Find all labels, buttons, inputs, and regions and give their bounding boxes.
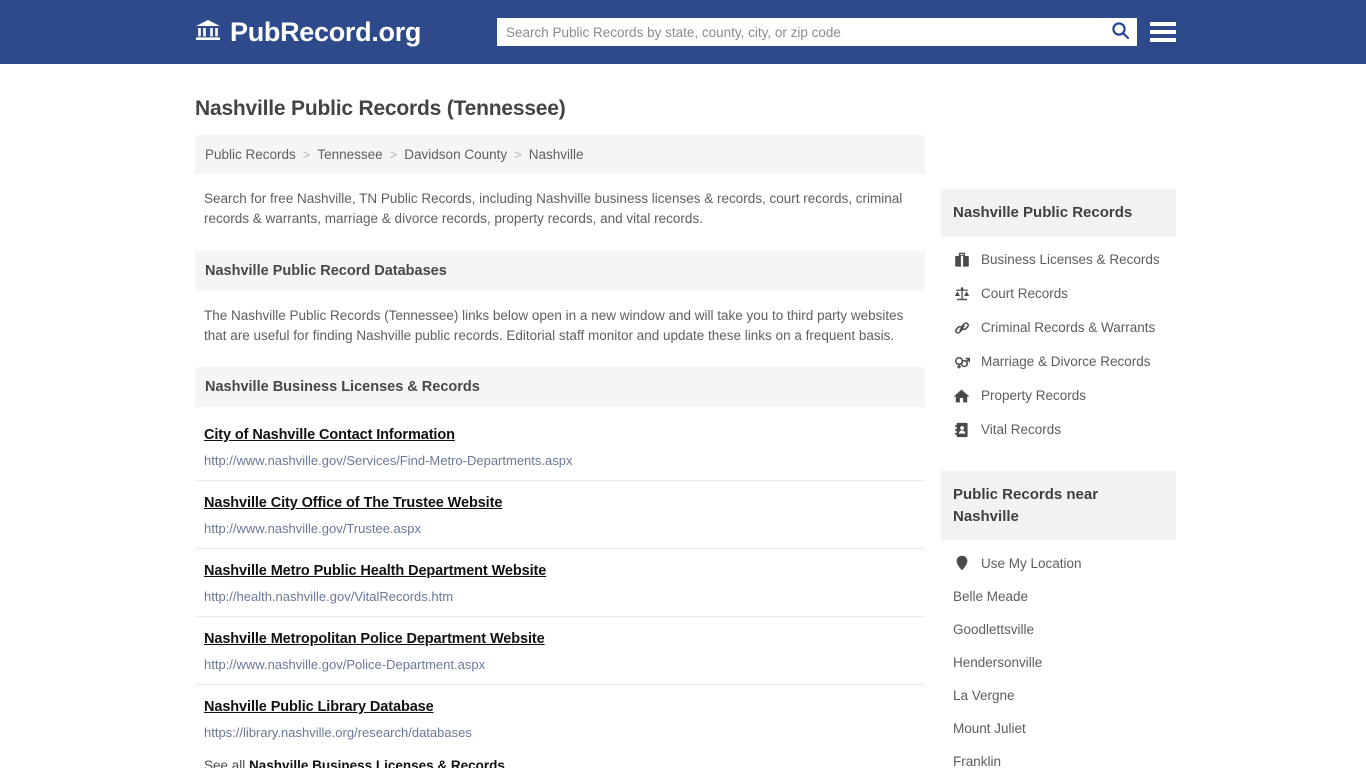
sidebar-item-label: Marriage & Divorce Records bbox=[981, 354, 1151, 370]
hamburger-menu-icon-bar bbox=[1150, 30, 1176, 34]
see-all-prefix: See all bbox=[204, 758, 246, 768]
map-pin-icon bbox=[953, 555, 970, 571]
sidebar-heading-records: Nashville Public Records bbox=[941, 189, 1176, 237]
address-book-icon bbox=[953, 422, 970, 438]
sidebar-item-criminal-records[interactable]: Criminal Records & Warrants bbox=[941, 311, 1176, 345]
hamburger-menu-button[interactable] bbox=[1150, 18, 1176, 46]
sidebar-item-label: Use My Location bbox=[981, 555, 1082, 571]
home-icon bbox=[953, 388, 970, 404]
sidebar: Nashville Public Records Business Licens… bbox=[941, 189, 1176, 768]
main-column: Public Records > Tennessee > Davidson Co… bbox=[195, 135, 925, 768]
site-header: PubRecord.org bbox=[0, 0, 1366, 64]
sidebar-item-mount-juliet[interactable]: Mount Juliet bbox=[941, 712, 1176, 745]
databases-section-body: The Nashville Public Records (Tennessee)… bbox=[204, 307, 904, 343]
sidebar-item-label: Business Licenses & Records bbox=[981, 252, 1160, 268]
record-link-title[interactable]: Nashville Metro Public Health Department… bbox=[204, 563, 546, 579]
business-links-list: City of Nashville Contact Information ht… bbox=[195, 413, 925, 752]
breadcrumb-separator: > bbox=[389, 147, 398, 162]
breadcrumb-item-nashville[interactable]: Nashville bbox=[529, 147, 584, 162]
record-link-title[interactable]: Nashville City Office of The Trustee Web… bbox=[204, 495, 502, 511]
see-all-link[interactable]: Nashville Business Licenses & Records bbox=[249, 758, 505, 768]
record-link-url: http://www.nashville.gov/Services/Find-M… bbox=[204, 453, 573, 469]
sidebar-item-franklin[interactable]: Franklin bbox=[941, 745, 1176, 768]
intro-text: Search for free Nashville, TN Public Rec… bbox=[204, 191, 903, 226]
list-item: Nashville Public Library Database https:… bbox=[195, 685, 925, 752]
record-link-url: http://health.nashville.gov/VitalRecords… bbox=[204, 589, 454, 605]
list-item: Nashville Metro Public Health Department… bbox=[195, 549, 925, 618]
scales-of-justice-icon bbox=[953, 286, 970, 302]
business-section-heading: Nashville Business Licenses & Records bbox=[195, 367, 925, 408]
sidebar-item-property-records[interactable]: Property Records bbox=[941, 379, 1176, 413]
hamburger-menu-icon-bar bbox=[1150, 38, 1176, 42]
breadcrumb-item-tennessee[interactable]: Tennessee bbox=[317, 147, 382, 162]
record-link-title[interactable]: City of Nashville Contact Information bbox=[204, 427, 455, 443]
content-row: Public Records > Tennessee > Davidson Co… bbox=[0, 135, 1366, 768]
sidebar-nearby-list: Use My Location Belle Meade Goodlettsvil… bbox=[941, 540, 1176, 768]
sidebar-item-la-vergne[interactable]: La Vergne bbox=[941, 679, 1176, 712]
list-item: City of Nashville Contact Information ht… bbox=[195, 413, 925, 482]
list-item: Nashville Metropolitan Police Department… bbox=[195, 617, 925, 686]
record-link-url: http://www.nashville.gov/Police-Departme… bbox=[204, 657, 486, 673]
breadcrumb: Public Records > Tennessee > Davidson Co… bbox=[195, 135, 925, 174]
record-link-title[interactable]: Nashville Metropolitan Police Department… bbox=[204, 631, 545, 647]
breadcrumb-item-davidson-county[interactable]: Davidson County bbox=[404, 147, 507, 162]
sidebar-heading-nearby: Public Records near Nashville bbox=[941, 470, 1176, 541]
page-title: Nashville Public Records (Tennessee) bbox=[195, 97, 566, 120]
databases-section-heading: Nashville Public Record Databases bbox=[195, 250, 925, 291]
hamburger-menu-icon bbox=[1150, 22, 1176, 26]
sidebar-nearby-block: Public Records near Nashville Use My Loc… bbox=[941, 470, 1176, 768]
page-container: Nashville Public Records (Tennessee) Pub… bbox=[0, 97, 1366, 768]
bank-building-icon bbox=[195, 18, 221, 47]
search-button[interactable] bbox=[1103, 18, 1137, 46]
chain-link-icon bbox=[953, 320, 970, 336]
briefcase-icon bbox=[953, 252, 970, 268]
record-link-title[interactable]: Nashville Public Library Database bbox=[204, 699, 434, 715]
sidebar-records-list: Business Licenses & Records Court Record… bbox=[941, 237, 1176, 447]
sidebar-item-label: Vital Records bbox=[981, 422, 1062, 438]
sidebar-item-business-licenses[interactable]: Business Licenses & Records bbox=[941, 243, 1176, 277]
breadcrumb-separator: > bbox=[514, 147, 522, 162]
breadcrumb-separator: > bbox=[302, 147, 311, 162]
sidebar-item-vital-records[interactable]: Vital Records bbox=[941, 413, 1176, 447]
see-all-row: See all Nashville Business Licenses & Re… bbox=[195, 752, 925, 768]
sidebar-item-court-records[interactable]: Court Records bbox=[941, 277, 1176, 311]
site-logo-text: PubRecord.org bbox=[230, 16, 422, 47]
sidebar-item-belle-meade[interactable]: Belle Meade bbox=[941, 580, 1176, 613]
list-item: Nashville City Office of The Trustee Web… bbox=[195, 481, 925, 550]
sidebar-item-hendersonville[interactable]: Hendersonville bbox=[941, 646, 1176, 679]
record-link-url: http://www.nashville.gov/Trustee.aspx bbox=[204, 521, 422, 537]
sidebar-item-use-my-location[interactable]: Use My Location bbox=[941, 546, 1176, 580]
sidebar-item-goodlettsville[interactable]: Goodlettsville bbox=[941, 613, 1176, 646]
sidebar-item-label: Court Records bbox=[981, 286, 1069, 302]
sidebar-item-label: Property Records bbox=[981, 388, 1087, 404]
search-input[interactable] bbox=[497, 18, 1103, 46]
venus-mars-icon bbox=[953, 354, 970, 370]
breadcrumb-item-public-records[interactable]: Public Records bbox=[205, 147, 296, 162]
record-link-url: https://library.nashville.org/research/d… bbox=[204, 725, 472, 741]
site-logo[interactable]: PubRecord.org bbox=[195, 17, 421, 48]
search-bar bbox=[497, 18, 1137, 46]
sidebar-item-label: Criminal Records & Warrants bbox=[981, 320, 1156, 336]
sidebar-item-marriage-divorce[interactable]: Marriage & Divorce Records bbox=[941, 345, 1176, 379]
search-icon bbox=[1111, 21, 1130, 43]
